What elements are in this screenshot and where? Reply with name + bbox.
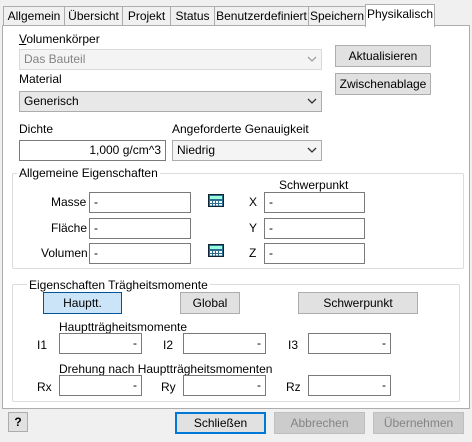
flaeche-label: Fläche <box>51 221 88 235</box>
i2-label: I2 <box>163 338 174 352</box>
ry-field[interactable]: - <box>183 375 266 396</box>
schwerpunkt-z-field[interactable]: - <box>264 243 365 264</box>
volumenkoerper-value: Das Bauteil <box>24 52 86 66</box>
aktualisieren-button[interactable]: Aktualisieren <box>335 45 431 67</box>
uebernehmen-button[interactable]: Übernehmen <box>373 412 464 434</box>
help-button[interactable]: ? <box>8 412 28 432</box>
rx-field[interactable]: - <box>59 375 142 396</box>
tab-allgemein[interactable]: Allgemein <box>3 6 65 26</box>
tab-benutzerdefiniert[interactable]: Benutzerdefiniert <box>214 6 309 26</box>
rz-label: Rz <box>286 380 301 394</box>
schliessen-button[interactable]: Schließen <box>175 412 266 434</box>
chevron-down-icon <box>307 147 317 153</box>
hauptt-button[interactable]: Hauptt. <box>43 292 122 314</box>
global-button[interactable]: Global <box>180 292 240 314</box>
calculator-icon[interactable] <box>208 194 224 207</box>
tab-uebersicht[interactable]: Übersicht <box>64 6 123 26</box>
material-dropdown[interactable]: Generisch <box>19 91 322 112</box>
schwerpunkt-y-field[interactable]: - <box>264 218 365 239</box>
genauigkeit-dropdown[interactable]: Niedrig <box>172 140 322 161</box>
flaeche-field[interactable]: - <box>89 218 191 239</box>
z-label: Z <box>249 246 257 260</box>
calculator-icon[interactable] <box>208 244 224 257</box>
schwerpunkt-x-field[interactable]: - <box>264 192 365 213</box>
i3-field[interactable]: - <box>308 333 391 354</box>
masse-field[interactable]: - <box>89 192 191 213</box>
rz-field[interactable]: - <box>308 375 391 396</box>
ry-label: Ry <box>161 380 176 394</box>
i2-field[interactable]: - <box>183 333 266 354</box>
tab-physikalisch[interactable]: Physikalisch <box>365 4 435 27</box>
tab-status[interactable]: Status <box>170 6 215 26</box>
allgemeine-eigenschaften-title: Allgemeine Eigenschaften <box>17 166 160 180</box>
drehung-title: Drehung nach Hauptträgheitsmomenten <box>59 362 273 376</box>
volumenkoerper-label: Volumenkörper <box>19 32 100 46</box>
volumenkoerper-label-text: olumenkörper <box>26 32 100 46</box>
x-label: X <box>249 195 258 209</box>
hauptträgheitsmomente-title: Hauptträgheitsmomente <box>59 320 188 334</box>
zwischenablage-button[interactable]: Zwischenablage <box>335 73 431 95</box>
masse-label: Masse <box>51 195 87 209</box>
abbrechen-button[interactable]: Abbrechen <box>274 412 365 434</box>
chevron-down-icon <box>307 98 317 104</box>
genauigkeit-value: Niedrig <box>177 143 216 157</box>
material-value: Generisch <box>24 94 79 108</box>
tab-panel-physikalisch: Volumenkörper Das Bauteil Material Gener… <box>2 25 470 409</box>
schwerpunkt-title: Schwerpunkt <box>279 178 349 192</box>
material-label: Material <box>19 72 62 86</box>
i1-label: I1 <box>37 338 48 352</box>
dialog-footer: ? Schließen Abbrechen Übernehmen <box>0 409 472 442</box>
schwerpunkt-button[interactable]: Schwerpunkt <box>298 292 418 314</box>
tab-speichern[interactable]: Speichern <box>308 6 366 26</box>
y-label: Y <box>249 221 258 235</box>
i3-label: I3 <box>288 338 299 352</box>
chevron-down-icon <box>307 56 317 62</box>
tab-projekt[interactable]: Projekt <box>122 6 171 26</box>
volumen-field[interactable]: - <box>89 243 191 264</box>
volumen-label: Volumen <box>41 246 88 260</box>
traegheitsmomente-title: Eigenschaften Trägheitsmomente <box>27 278 210 292</box>
dichte-field[interactable]: 1,000 g/cm^3 <box>19 140 166 161</box>
rx-label: Rx <box>37 380 52 394</box>
volumenkoerper-dropdown[interactable]: Das Bauteil <box>19 49 322 70</box>
genauigkeit-label: Angeforderte Genauigkeit <box>172 122 309 136</box>
dichte-label: Dichte <box>19 122 54 136</box>
i1-field[interactable]: - <box>59 333 142 354</box>
